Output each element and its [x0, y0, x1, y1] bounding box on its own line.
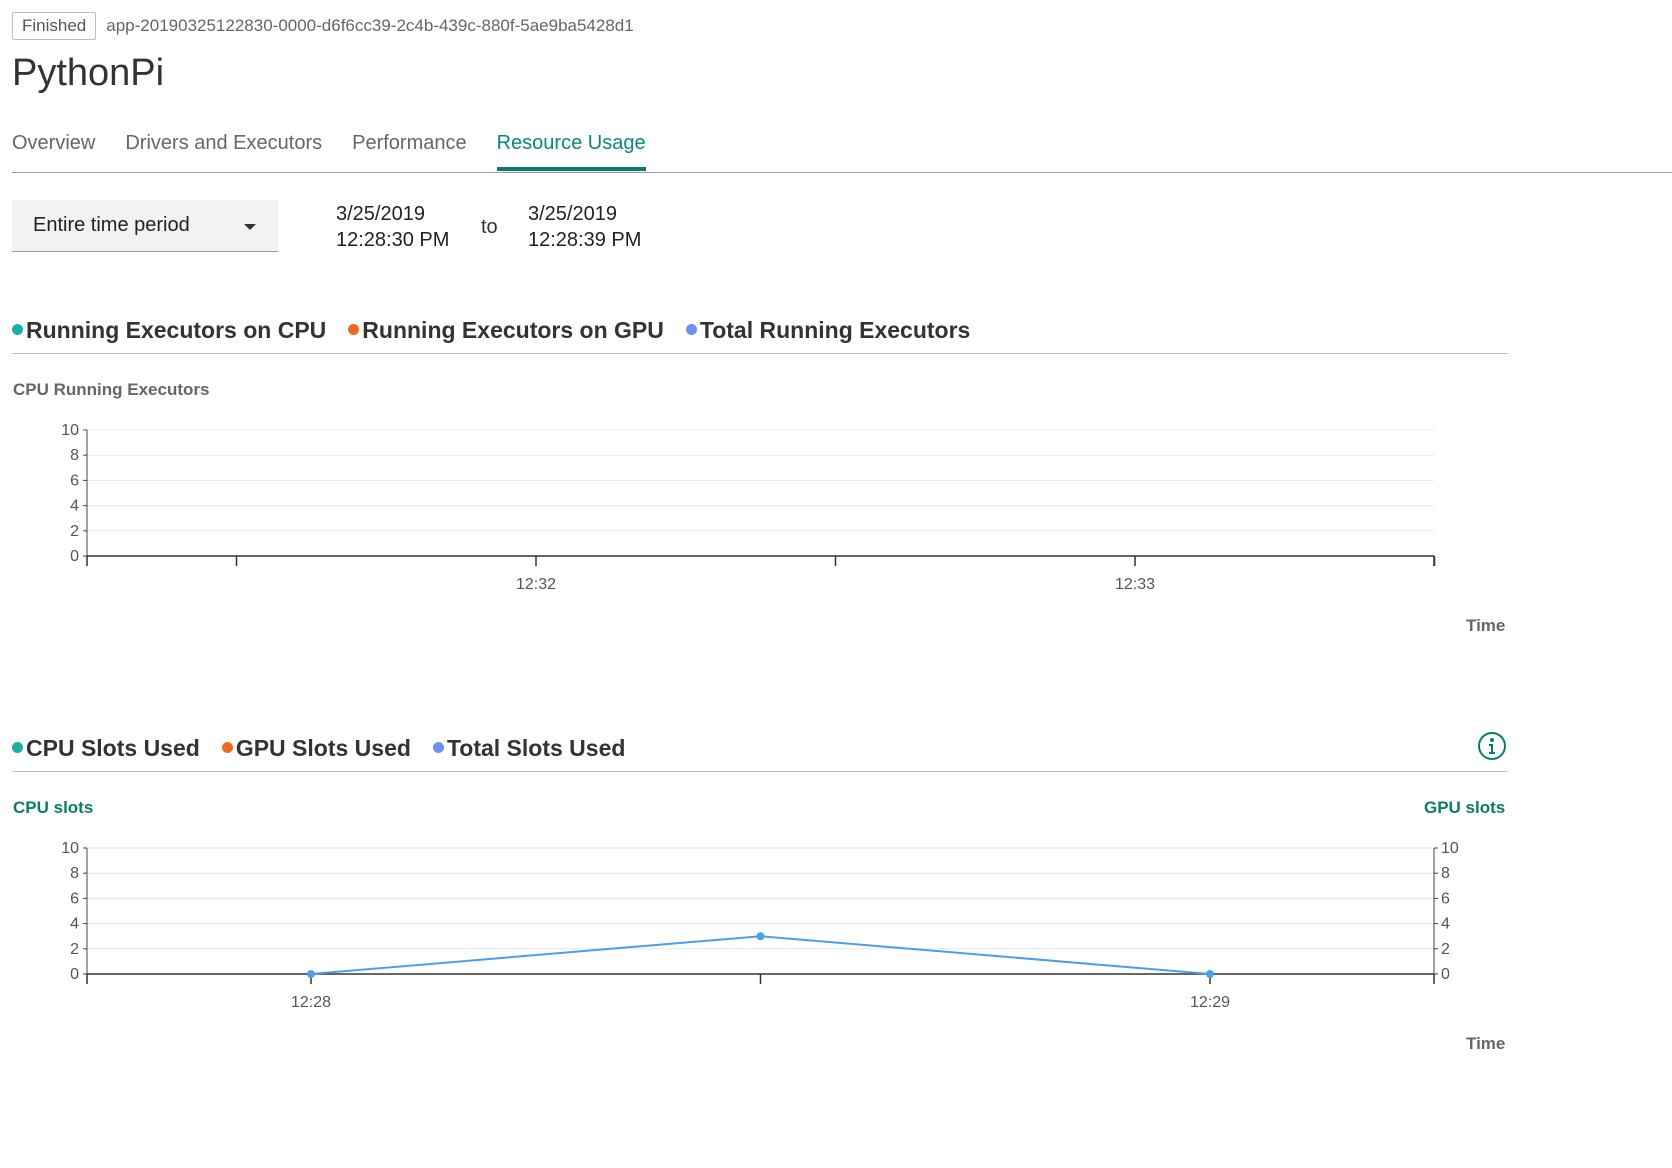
- slots-x-axis-title: Time: [1466, 1034, 1506, 1053]
- time-period-value: Entire time period: [33, 214, 190, 236]
- total-dot-icon: [432, 742, 444, 753]
- legend-label: CPU Slots Used: [26, 735, 200, 761]
- right-y-tick-label: 10: [1441, 840, 1459, 857]
- tab-bar: Overview Drivers and Executors Performan…: [12, 130, 1672, 173]
- legend-label: Running Executors on CPU: [26, 317, 327, 343]
- data-point: [1206, 970, 1214, 978]
- y-tick-label: 10: [61, 840, 79, 857]
- right-y-tick-label: 4: [1441, 916, 1450, 933]
- right-y-tick-label: 2: [1441, 941, 1450, 958]
- legend-item-gpu-executors[interactable]: Running Executors on GPU: [348, 317, 664, 344]
- start-time: 12:28:30 PM: [336, 229, 450, 251]
- y-tick-label: 4: [70, 498, 79, 515]
- slots-left-y-axis-title: CPU slots: [13, 798, 94, 817]
- slots-right-y-axis-title: GPU slots: [1424, 798, 1506, 817]
- legend-label: Total Running Executors: [699, 317, 971, 343]
- series-line: [310, 935, 1211, 975]
- page-title: PythonPi: [12, 52, 165, 94]
- slots-chart: 0 0 2 2 4 4 6 6 8 8 10 10 12:28 12:29: [61, 840, 1459, 1011]
- legend-item-cpu-executors[interactable]: Running Executors on CPU: [12, 317, 326, 344]
- application-id: app-20190325122830-0000-d6f6cc39-2c4b-43…: [106, 16, 634, 35]
- time-period-dropdown[interactable]: Entire time period: [12, 200, 278, 252]
- legend-item-gpu-slots[interactable]: GPU Slots Used: [221, 735, 411, 762]
- x-tick-label: 12:33: [1115, 576, 1155, 593]
- y-tick-label: 2: [70, 523, 79, 540]
- cpu-dot-icon: [12, 324, 23, 335]
- status-badge: Finished: [12, 12, 97, 40]
- legend-label: Total Slots Used: [446, 735, 626, 761]
- legend-label: GPU Slots Used: [235, 735, 411, 761]
- end-datetime: 3/25/2019 12:28:39 PM: [528, 201, 641, 253]
- section-divider: [12, 353, 1508, 354]
- y-tick-label: 0: [70, 966, 79, 983]
- y-tick-label: 8: [70, 447, 79, 464]
- y-tick-label: 0: [70, 548, 79, 565]
- caret-down-icon: [244, 224, 256, 230]
- tab-overview[interactable]: Overview: [12, 130, 95, 168]
- x-tick-label: 12:32: [516, 576, 556, 593]
- end-time: 12:28:39 PM: [528, 229, 642, 251]
- y-tick-label: 6: [70, 890, 79, 907]
- slots-legend: CPU Slots Used GPU Slots Used Total Slot…: [12, 735, 647, 762]
- y-tick-label: 4: [70, 916, 79, 933]
- right-y-tick-label: 6: [1441, 890, 1450, 907]
- section-divider: [12, 771, 1508, 772]
- info-icon[interactable]: [1477, 731, 1507, 761]
- y-tick-label: 8: [70, 865, 79, 882]
- total-dot-icon: [685, 324, 697, 335]
- y-tick-label: 10: [61, 422, 79, 439]
- cpu-dot-icon: [12, 742, 23, 753]
- executors-y-axis-title: CPU Running Executors: [13, 380, 210, 399]
- start-date: 3/25/2019: [336, 203, 425, 225]
- tab-performance[interactable]: Performance: [352, 130, 467, 168]
- x-tick-label: 12:29: [1190, 994, 1230, 1011]
- tab-drivers-and-executors[interactable]: Drivers and Executors: [125, 130, 322, 168]
- gpu-dot-icon: [348, 324, 360, 335]
- x-tick-label: 12:28: [291, 994, 331, 1011]
- data-point: [307, 970, 315, 978]
- y-tick-label: 6: [70, 472, 79, 489]
- tab-resource-usage[interactable]: Resource Usage: [496, 130, 646, 171]
- legend-label: Running Executors on GPU: [362, 317, 664, 343]
- right-y-tick-label: 0: [1441, 966, 1450, 983]
- legend-item-total-executors[interactable]: Total Running Executors: [685, 317, 971, 344]
- legend-item-total-slots[interactable]: Total Slots Used: [432, 735, 626, 762]
- executors-legend: Running Executors on CPU Running Executo…: [12, 317, 992, 344]
- y-tick-label: 2: [70, 941, 79, 958]
- right-y-tick-label: 8: [1441, 865, 1450, 882]
- data-point: [756, 932, 765, 941]
- legend-item-cpu-slots[interactable]: CPU Slots Used: [12, 735, 200, 762]
- executors-chart: 0 2 4 6 8 10 12:32 12:33: [61, 422, 1436, 593]
- executors-x-axis-title: Time: [1466, 616, 1506, 635]
- end-date: 3/25/2019: [528, 203, 617, 225]
- gpu-dot-icon: [221, 742, 233, 753]
- header-status-row: Finished app-20190325122830-0000-d6f6cc3…: [12, 12, 634, 40]
- start-datetime: 3/25/2019 12:28:30 PM: [336, 201, 449, 253]
- range-separator: to: [481, 216, 498, 238]
